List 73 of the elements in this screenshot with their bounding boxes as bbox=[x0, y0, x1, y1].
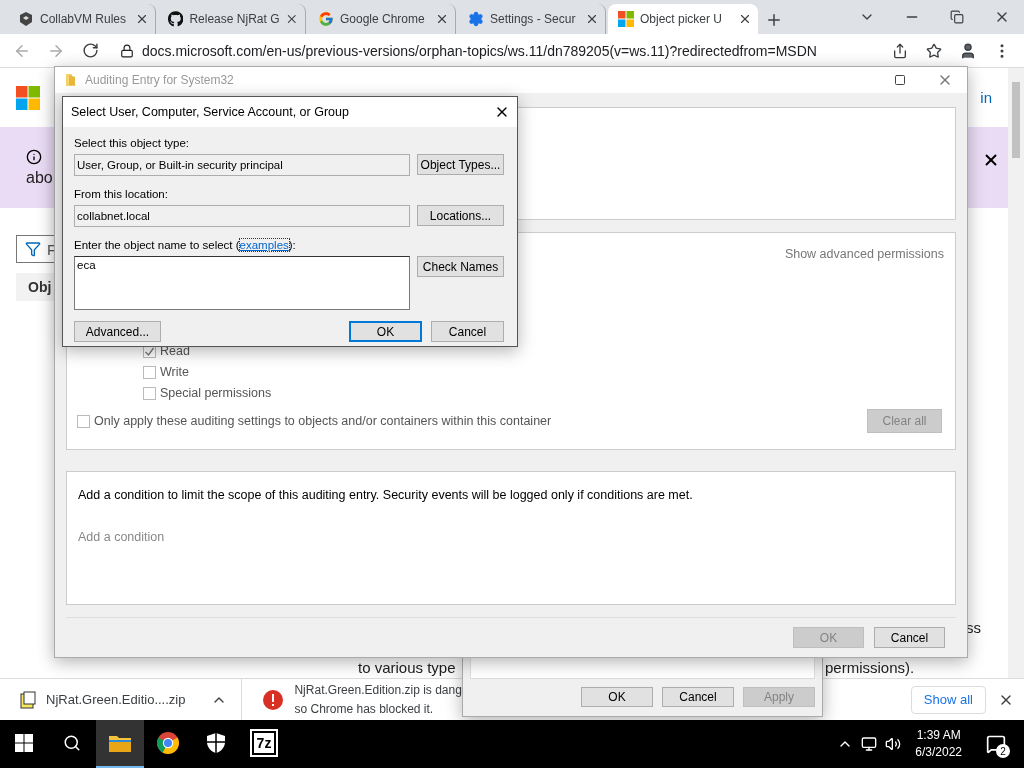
logo-icon bbox=[618, 11, 634, 27]
condition-text: Add a condition to limit the scope of this auditing entry. Security events will be logged only if conditions are met. bbox=[78, 488, 694, 502]
info-icon bbox=[26, 148, 42, 165]
location-field: collabnet.local bbox=[74, 205, 410, 227]
archiver-icon[interactable]: 7z bbox=[251, 731, 277, 755]
show-advanced-link[interactable]: Show advanced permissions bbox=[784, 247, 944, 261]
network-icon[interactable] bbox=[861, 736, 878, 752]
window-title: Auditing Entry for System32 bbox=[85, 73, 234, 87]
share-icon[interactable] bbox=[892, 42, 908, 59]
shield-icon[interactable] bbox=[206, 732, 226, 754]
examples-link[interactable]: examples bbox=[239, 239, 289, 251]
zip-file-icon[interactable] bbox=[20, 690, 36, 709]
field-label: From this location: bbox=[74, 188, 169, 202]
restore-icon[interactable] bbox=[949, 10, 964, 24]
windows-start-icon[interactable] bbox=[15, 734, 33, 752]
close-icon[interactable] bbox=[585, 12, 599, 26]
dialog-title: Select User, Computer, Service Account, or Group bbox=[71, 105, 349, 119]
close-icon[interactable] bbox=[435, 12, 449, 26]
checkbox-label: Special permissions bbox=[160, 386, 272, 400]
lock-icon[interactable] bbox=[120, 43, 134, 58]
checkbox[interactable] bbox=[77, 414, 90, 428]
ok-button[interactable]: OK bbox=[349, 321, 422, 342]
dialog-button[interactable]: OK bbox=[581, 687, 653, 707]
close-icon[interactable] bbox=[285, 12, 299, 26]
folder-icon[interactable] bbox=[108, 733, 132, 753]
browser-tab[interactable]: Object picker U bbox=[608, 4, 758, 34]
bookmark-star-icon[interactable] bbox=[926, 42, 942, 59]
notification-count: 2 bbox=[996, 744, 1010, 758]
chrome-icon[interactable] bbox=[156, 731, 180, 755]
locations-button[interactable]: Locations... bbox=[417, 205, 504, 226]
field-label: Select this object type: bbox=[74, 137, 191, 151]
checkbox[interactable] bbox=[143, 365, 156, 379]
taskbar-app[interactable] bbox=[96, 720, 144, 768]
checkbox[interactable] bbox=[143, 386, 156, 400]
cube-icon bbox=[18, 11, 34, 27]
show-all-button[interactable]: Show all bbox=[910, 685, 986, 714]
clock[interactable]: 1:39 AM 6/3/2022 bbox=[909, 727, 968, 761]
github-icon bbox=[168, 11, 184, 27]
filter-icon bbox=[25, 241, 41, 257]
url-text[interactable]: docs.microsoft.com/en-us/previous-versions/orphan-topics/ws.11/dn789205(v=ws.11)?redirectedfrom=MSDN bbox=[142, 42, 817, 59]
page-text: to various type bbox=[358, 659, 456, 676]
object-type-field: User, Group, or Built-in security principal bbox=[74, 154, 410, 176]
add-condition-link[interactable]: Add a condition bbox=[78, 530, 944, 544]
checkbox-label: Only apply these auditing settings to objects and/or containers within this container bbox=[94, 414, 552, 428]
search-icon[interactable] bbox=[63, 734, 81, 752]
volume-icon[interactable] bbox=[885, 736, 902, 752]
banner-text: abo bbox=[26, 168, 53, 187]
dialog-button[interactable]: Cancel bbox=[662, 687, 734, 707]
cancel-button[interactable]: Cancel bbox=[431, 321, 504, 342]
close-icon[interactable] bbox=[738, 12, 752, 26]
advanced-button[interactable]: Advanced... bbox=[74, 321, 161, 342]
sign-in-link[interactable]: in bbox=[980, 89, 992, 106]
logo-icon bbox=[16, 85, 40, 110]
download-filename[interactable]: NjRat.Green.Editio....zip bbox=[46, 692, 186, 707]
object-name-field[interactable]: eca bbox=[74, 256, 410, 310]
reload-icon[interactable] bbox=[81, 42, 99, 59]
check-names-button[interactable]: Check Names bbox=[417, 256, 504, 277]
close-icon[interactable] bbox=[135, 12, 149, 26]
scrollbar[interactable] bbox=[1008, 68, 1024, 678]
profile-icon[interactable] bbox=[959, 41, 977, 60]
object-types-button[interactable]: Object Types... bbox=[417, 154, 504, 175]
maximize-icon[interactable] bbox=[893, 74, 906, 86]
taskbar-app[interactable]: 7z bbox=[240, 720, 288, 768]
google-icon bbox=[318, 11, 334, 27]
page-text: permissions). bbox=[825, 659, 915, 676]
settings-icon bbox=[468, 11, 484, 27]
new-tab-icon[interactable] bbox=[765, 11, 783, 29]
dialog-button[interactable]: Cancel bbox=[874, 627, 945, 648]
checkbox-label: Write bbox=[160, 365, 189, 379]
warning-message: NjRat.Green.Edition.zip is dang so Chrome has blocked it. bbox=[294, 681, 462, 718]
folder-icon bbox=[65, 73, 77, 87]
warning-icon bbox=[262, 688, 285, 711]
notification-icon[interactable] bbox=[986, 734, 1006, 754]
